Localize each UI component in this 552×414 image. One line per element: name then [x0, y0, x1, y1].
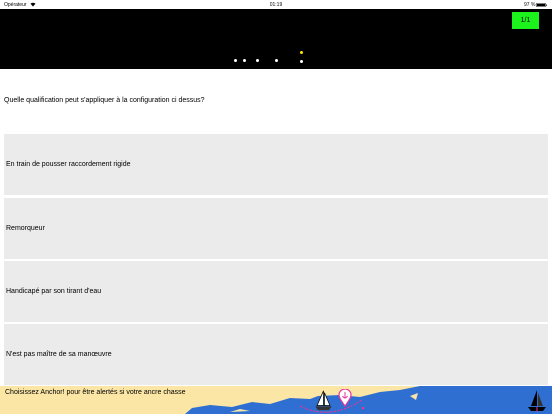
answer-option-label: Handicapé par son tirant d'eau [6, 288, 102, 295]
question-counter: 1/1 [512, 12, 539, 29]
question-text: Quelle qualification peut s'appliquer à … [4, 97, 205, 104]
answer-option-label: Remorqueur [6, 225, 45, 232]
map-pin-icon [338, 389, 352, 407]
sailboat-icon [315, 390, 332, 411]
answer-option-label: En train de pousser raccordement rigide [6, 161, 131, 168]
answer-option-1[interactable]: En train de pousser raccordement rigide [4, 134, 548, 195]
vessel-light [242, 58, 246, 62]
vessel-light [233, 58, 237, 62]
ad-banner[interactable]: Choisissez Anchor! pour être alertés si … [0, 386, 552, 414]
answer-option-label: N'est pas maître de sa manœuvre [6, 351, 112, 358]
battery-percentage: 97 % [524, 2, 536, 8]
answer-option-4[interactable]: N'est pas maître de sa manœuvre [4, 324, 548, 385]
battery-icon [536, 2, 547, 7]
clock: 01:19 [269, 2, 283, 8]
answer-option-3[interactable]: Handicapé par son tirant d'eau [4, 261, 548, 322]
vessel-light [255, 58, 259, 62]
vessel-light [299, 59, 303, 63]
anchor-app-icon [528, 390, 546, 412]
status-bar: Opérateur 01:19 97 % [0, 0, 552, 9]
ad-text: Choisissez Anchor! pour être alertés si … [5, 389, 186, 396]
vessel-light [299, 50, 303, 54]
answer-option-2[interactable]: Remorqueur [4, 198, 548, 259]
vessel-light [274, 58, 278, 62]
vessel-lights-scene [0, 9, 552, 69]
